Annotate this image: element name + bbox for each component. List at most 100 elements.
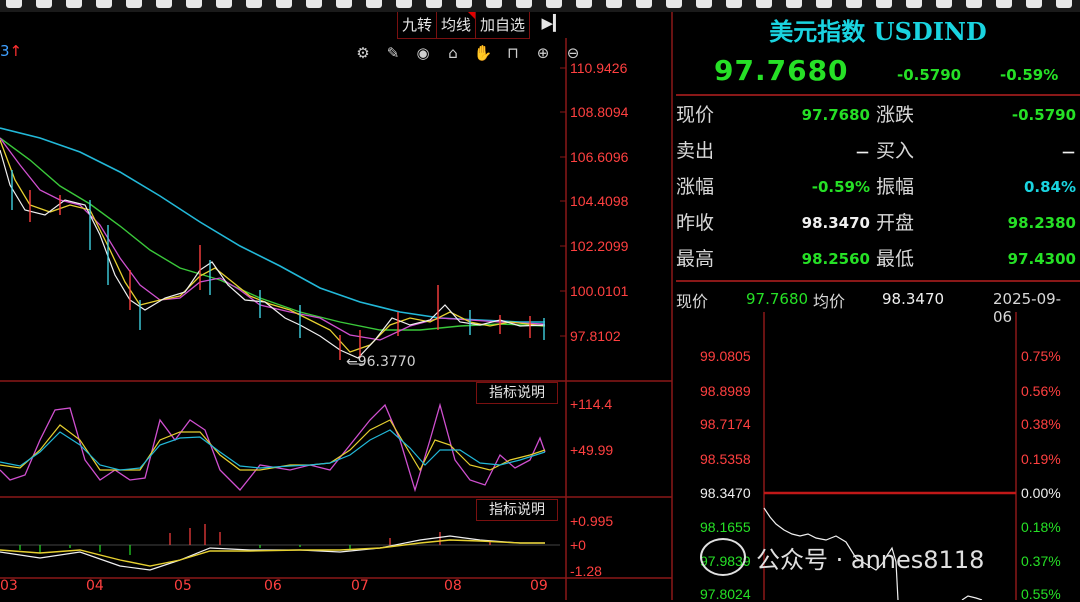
- expand-right-icon[interactable]: ▶▎: [541, 14, 565, 36]
- basket-icon[interactable]: ⌂: [442, 44, 464, 62]
- minute-price-axis-label: 98.8989: [700, 383, 751, 399]
- ma-cyan-line: [0, 127, 545, 323]
- toolbar-icon[interactable]: [876, 0, 892, 8]
- tab-add-watchlist[interactable]: 加自选: [475, 12, 531, 39]
- minute-price-line-tail: [961, 595, 983, 600]
- date-axis-label: 04: [86, 578, 104, 594]
- date-axis-label: 06: [264, 578, 282, 594]
- quote-row: 最高 98.2560 最低 97.4300: [676, 244, 1080, 280]
- toolbar-icon[interactable]: [846, 0, 862, 8]
- quote-label: 最低: [876, 248, 915, 270]
- quote-value: 97.4300: [1007, 250, 1076, 268]
- toolbar-icon[interactable]: [966, 0, 982, 8]
- minute-pct-axis-label: 0.37%: [1021, 553, 1061, 569]
- hand-icon[interactable]: ✋: [472, 44, 494, 62]
- minute-price-axis-label: 98.7174: [700, 416, 751, 432]
- gear-icon[interactable]: ⚙: [352, 44, 374, 62]
- quote-value: 98.2560: [801, 250, 870, 268]
- kline-chart[interactable]: [0, 0, 676, 600]
- price-axis-label: 97.8102: [570, 328, 621, 344]
- quote-value: 98.2380: [1007, 214, 1076, 232]
- date-axis-label: 03: [0, 578, 18, 594]
- quote-value: -0.59%: [811, 178, 870, 196]
- ma-green-line: [0, 137, 546, 331]
- zoom-in-icon[interactable]: ⊕: [532, 44, 554, 62]
- quote-value: 0.84%: [1023, 178, 1076, 196]
- last-price: 97.7680: [714, 54, 849, 87]
- lock-icon[interactable]: ⊓: [502, 44, 524, 62]
- button-label: 指标说明: [489, 502, 545, 518]
- toolbar-icon[interactable]: [816, 0, 832, 8]
- macd-axis-label: -1.28: [570, 563, 602, 579]
- divider: [676, 94, 1080, 96]
- header-value: 98.3470: [882, 290, 945, 308]
- tab-jiuzhuan[interactable]: 九转: [397, 12, 438, 39]
- watermark-text: 公众号 · annes8118: [756, 545, 985, 574]
- minute-chart-header: 现价 97.7680 均价 98.3470 2025-09-06: [676, 288, 1080, 326]
- minute-pct-axis-label: 0.38%: [1021, 416, 1061, 432]
- toolbar-icon[interactable]: [936, 0, 952, 8]
- pencil-icon[interactable]: ✎: [382, 44, 404, 62]
- price-axis-label: 100.0101: [570, 283, 629, 299]
- minute-pct-axis-label: 0.56%: [1021, 383, 1061, 399]
- indicator-help-button[interactable]: 指标说明: [476, 499, 558, 521]
- toolbar-icon[interactable]: [1026, 0, 1042, 8]
- watermark: 公众号 · annes8118: [700, 535, 984, 579]
- toolbar-icon[interactable]: [996, 0, 1012, 8]
- quote-value: 97.7680: [801, 106, 870, 124]
- price-axis-label: 108.8094: [570, 104, 629, 120]
- quote-value: 98.3470: [801, 214, 870, 232]
- instrument-title: 美元指数 USDIND: [769, 17, 987, 46]
- period-label: 3↑: [0, 42, 23, 60]
- toolbar-icon[interactable]: [786, 0, 802, 8]
- tab-label: 加自选: [480, 16, 526, 34]
- toolbar-icon[interactable]: [726, 0, 742, 8]
- quote-label: 买入: [876, 140, 915, 162]
- minute-price-axis-label: 98.3470: [700, 485, 751, 501]
- toolbar-icon[interactable]: [756, 0, 772, 8]
- toolbar-icon[interactable]: [696, 0, 712, 8]
- quote-label: 昨收: [676, 212, 715, 234]
- price-change: -0.5790: [897, 66, 962, 84]
- macd-axis-label: +0.995: [570, 513, 614, 529]
- quote-value: -0.5790: [1011, 106, 1076, 124]
- quote-row: 涨幅 -0.59% 振幅 0.84%: [676, 172, 1080, 208]
- header-label: 现价: [676, 292, 709, 311]
- price-axis-label: 110.9426: [570, 60, 628, 76]
- eye-icon[interactable]: ◉: [412, 44, 434, 62]
- quote-row: 卖出 － 买入 －: [676, 136, 1080, 172]
- quote-label: 开盘: [876, 212, 915, 234]
- quote-value: －: [1060, 144, 1076, 162]
- indicator-axis-label: +49.99: [570, 442, 614, 458]
- ma-white-line: [0, 149, 546, 359]
- date-axis-label: 08: [444, 578, 462, 594]
- tab-label: 均线: [441, 16, 472, 34]
- ma-magenta-line: [0, 137, 546, 341]
- minute-price-axis-label: 98.1655: [700, 519, 751, 535]
- tab-label: 九转: [402, 16, 433, 34]
- price-change-pct: -0.59%: [1000, 66, 1059, 84]
- tab-ma[interactable]: 均线: [436, 12, 477, 39]
- date-axis-label: 07: [351, 578, 369, 594]
- button-label: 指标说明: [489, 385, 545, 401]
- minute-pct-axis-label: 0.18%: [1021, 519, 1061, 535]
- date-axis-label: 09: [530, 578, 548, 594]
- indicator-help-button[interactable]: 指标说明: [476, 382, 558, 404]
- price-axis-label: 102.2099: [570, 238, 629, 254]
- osc-yellow-line: [0, 419, 546, 472]
- quote-row: 现价 97.7680 涨跌 -0.5790: [676, 100, 1080, 136]
- divider: [676, 280, 1080, 282]
- price-axis-label: 106.6096: [570, 149, 629, 165]
- toolbar-icon[interactable]: [906, 0, 922, 8]
- tab-marker: [468, 12, 476, 19]
- minute-price-axis-label: 99.0805: [700, 348, 751, 364]
- minute-price-axis-label: 98.5358: [700, 451, 751, 467]
- quote-label: 涨跌: [876, 104, 915, 126]
- header-label: 均价: [813, 292, 846, 311]
- chart-tools: ⚙ ✎ ◉ ⌂ ✋ ⊓ ⊕ ⊖: [352, 44, 592, 62]
- minute-pct-axis-label: 0.00%: [1021, 485, 1061, 501]
- quote-label: 振幅: [876, 176, 915, 198]
- quote-label: 最高: [676, 248, 715, 270]
- toolbar-icon[interactable]: [1056, 0, 1072, 8]
- wechat-icon: [700, 538, 746, 576]
